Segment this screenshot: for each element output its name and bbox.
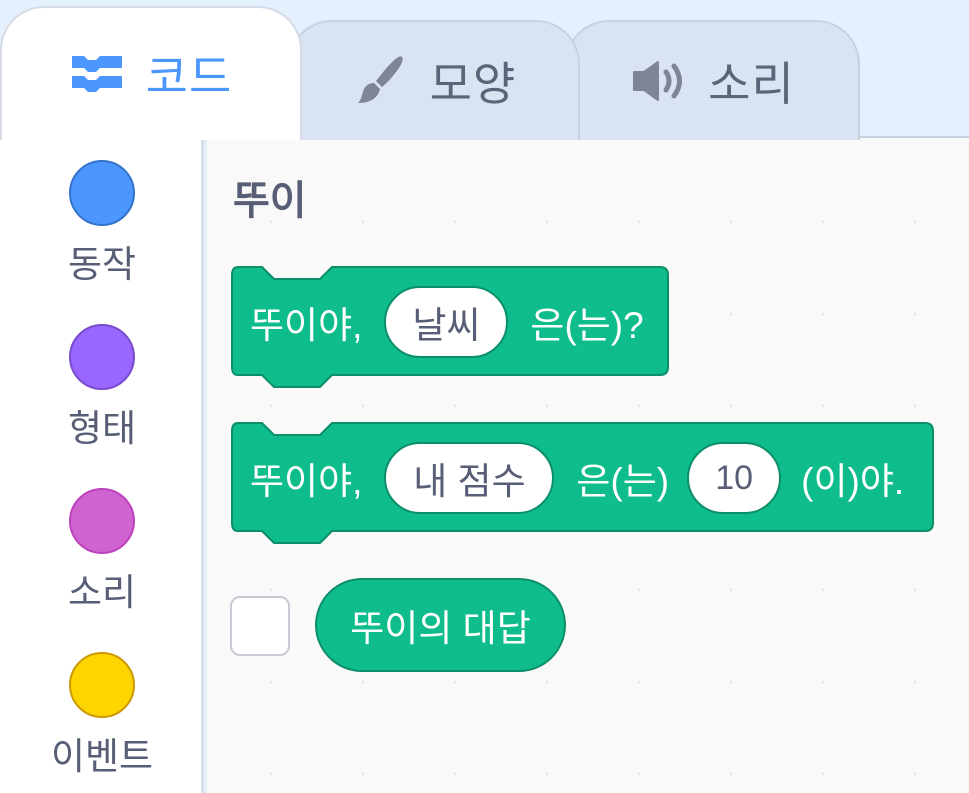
category-motion-dot xyxy=(69,160,135,226)
tab-code-label: 코드 xyxy=(145,51,233,103)
ask-block-prefix: 뚜이야, xyxy=(250,305,363,346)
tab-sounds[interactable]: 소리 xyxy=(565,20,860,140)
category-sound-dot xyxy=(69,488,135,554)
reporter-monitor-checkbox[interactable] xyxy=(230,596,290,656)
set-block-middle: 은(는) xyxy=(576,461,670,502)
paintbrush-icon xyxy=(352,53,408,109)
answer-reporter-label: 뚜이의 대답 xyxy=(350,608,531,649)
section-title: 뚜이 xyxy=(233,179,307,223)
category-looks-label: 형태 xyxy=(67,408,137,449)
ask-topic-input[interactable]: 날씨 xyxy=(384,286,509,358)
answer-reporter-block[interactable]: 뚜이의 대답 xyxy=(315,578,566,672)
tab-costumes-label: 모양 xyxy=(429,58,517,110)
category-events[interactable]: 이벤트 xyxy=(0,652,204,780)
editor-tabs: 코드 모양 소리 xyxy=(0,0,969,140)
set-value-block[interactable]: 뚜이야, 내 점수 은(는) 10 (이)야. xyxy=(230,421,935,544)
tab-costumes[interactable]: 모양 xyxy=(288,20,580,140)
category-events-label: 이벤트 xyxy=(50,736,154,777)
speaker-icon xyxy=(630,58,686,104)
block-palette: 뚜이 뚜이야, 날씨 은(는)? 뚜이야, 내 점수 은(는) 10 (이)야.… xyxy=(207,138,969,793)
category-sound[interactable]: 소리 xyxy=(0,488,204,616)
category-sound-label: 소리 xyxy=(67,572,137,613)
set-block-suffix: (이)야. xyxy=(801,461,905,502)
category-looks-dot xyxy=(69,324,135,390)
ask-block-suffix: 은(는)? xyxy=(530,305,644,346)
code-blocks-icon xyxy=(70,54,124,94)
tab-sounds-label: 소리 xyxy=(708,58,795,110)
set-block-prefix: 뚜이야, xyxy=(250,461,363,502)
ask-block[interactable]: 뚜이야, 날씨 은(는)? xyxy=(230,265,670,388)
category-menu: 동작 형태 소리 이벤트 xyxy=(0,138,204,793)
category-looks[interactable]: 형태 xyxy=(0,324,204,452)
category-motion[interactable]: 동작 xyxy=(0,160,204,288)
set-key-input[interactable]: 내 점수 xyxy=(384,442,555,514)
category-motion-label: 동작 xyxy=(67,244,137,285)
set-value-input[interactable]: 10 xyxy=(687,442,782,514)
tab-code[interactable]: 코드 xyxy=(0,6,302,140)
category-events-dot xyxy=(69,652,135,718)
